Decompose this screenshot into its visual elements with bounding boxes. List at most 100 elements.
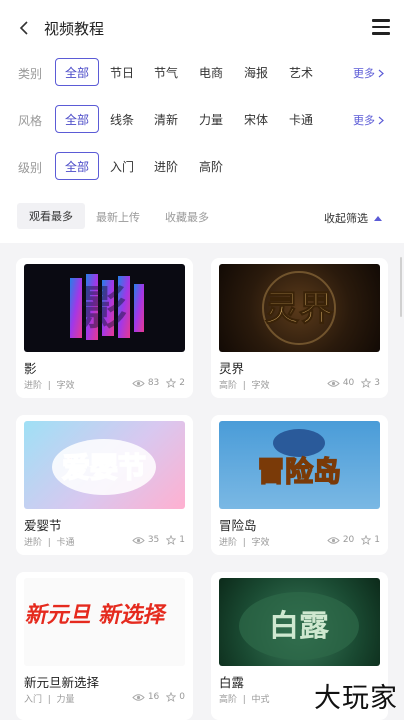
top-bar: 视频教程 — [0, 0, 404, 56]
tutorial-card[interactable]: 新元旦 新选择 新元旦新选择 入门 | 力量 16 0 — [16, 572, 193, 720]
card-stats: 16 0 — [132, 692, 185, 702]
star-count: 1 — [179, 535, 185, 545]
card-meta: 进阶 | 卡通 — [24, 538, 75, 548]
tutorial-card[interactable]: 爱婴节 爱婴节 进阶 | 卡通 35 1 — [16, 415, 193, 555]
menu-icon[interactable] — [372, 19, 390, 35]
filter-style-option[interactable]: 线条 — [110, 111, 134, 128]
card-meta: 进阶 | 字效 — [24, 381, 75, 391]
card-tag: 字效 — [56, 381, 75, 391]
filter-label-level: 级别 — [18, 161, 43, 175]
filter-style-option[interactable]: 力量 — [199, 111, 223, 128]
tutorial-card[interactable]: 影 影 进阶 | 字效 83 2 — [16, 258, 193, 398]
filter-style-option[interactable]: 清新 — [154, 111, 178, 128]
thumbnail-image: 新元旦 新选择 — [24, 578, 185, 666]
view-count: 83 — [147, 378, 160, 388]
card-stats: 40 3 — [327, 378, 380, 388]
card-title: 影 — [24, 361, 37, 376]
card-level: 高阶 — [219, 695, 238, 705]
star-count: 0 — [179, 692, 185, 702]
thumbnail-image: 灵界 — [219, 264, 380, 352]
thumbnail-text: 新元旦 新选择 — [24, 601, 170, 628]
tutorial-card[interactable]: 冒险岛 冒险岛 进阶 | 字效 20 1 — [211, 415, 388, 555]
card-tag: 力量 — [56, 695, 75, 705]
back-icon[interactable] — [14, 18, 34, 38]
sort-most-favorited[interactable]: 收藏最多 — [165, 209, 209, 225]
filter-category-option[interactable]: 节气 — [154, 64, 178, 81]
card-level: 进阶 — [24, 381, 43, 391]
view-count: 35 — [147, 535, 160, 545]
eye-icon — [327, 379, 340, 387]
filter-row-category: 类别 全部 节日 节气 电商 海报 艺术 更多 — [0, 55, 404, 89]
tutorial-card[interactable]: 灵界 灵界 高阶 | 字效 40 3 — [211, 258, 388, 398]
star-icon[interactable] — [166, 692, 177, 702]
sort-most-viewed[interactable]: 观看最多 — [17, 203, 85, 229]
card-title: 冒险岛 — [219, 518, 257, 533]
filter-category-option[interactable]: 艺术 — [289, 64, 313, 81]
sort-newest[interactable]: 最新上传 — [96, 209, 140, 225]
card-tag: 卡通 — [56, 538, 75, 548]
collapse-label: 收起筛选 — [324, 212, 368, 225]
card-stats: 83 2 — [132, 378, 185, 388]
more-label: 更多 — [353, 67, 375, 80]
star-count: 1 — [374, 535, 380, 545]
more-label: 更多 — [353, 114, 375, 127]
card-title: 新元旦新选择 — [24, 675, 100, 690]
watermark-text: 大玩家 — [314, 683, 398, 714]
card-level: 高阶 — [219, 381, 238, 391]
eye-icon — [132, 693, 145, 701]
star-count: 3 — [374, 378, 380, 388]
filter-label-category: 类别 — [18, 67, 43, 81]
thumbnail-image: 白露 — [219, 578, 380, 666]
page-title: 视频教程 — [44, 19, 105, 38]
filter-row-style: 风格 全部 线条 清新 力量 宋体 卡通 更多 — [0, 102, 404, 136]
thumbnail-text: 灵界 — [265, 289, 333, 329]
collapse-filter-button[interactable]: 收起筛选 — [324, 210, 382, 226]
view-count: 40 — [342, 378, 355, 388]
filter-style-option[interactable]: 宋体 — [244, 111, 268, 128]
star-icon[interactable] — [361, 535, 372, 545]
card-meta: 高阶 | 中式 — [219, 695, 270, 705]
chevron-right-icon — [378, 116, 384, 124]
card-stats: 35 1 — [132, 535, 185, 545]
view-count: 16 — [147, 692, 160, 702]
filter-category-option[interactable]: 节日 — [110, 64, 134, 81]
scrollbar[interactable] — [400, 257, 402, 317]
filter-style-all[interactable]: 全部 — [55, 105, 99, 133]
filter-style-option[interactable]: 卡通 — [289, 111, 313, 128]
card-tag: 中式 — [251, 695, 270, 705]
category-more-button[interactable]: 更多 — [353, 65, 384, 81]
star-count: 2 — [179, 378, 185, 388]
filter-label-style: 风格 — [18, 114, 43, 128]
card-title: 白露 — [219, 675, 245, 690]
filter-level-option[interactable]: 进阶 — [154, 158, 178, 175]
thumbnail-text: 白露 — [269, 609, 330, 644]
thumbnail-text: 爱婴节 — [62, 451, 146, 484]
star-icon[interactable] — [361, 378, 372, 388]
filter-category-all[interactable]: 全部 — [55, 58, 99, 86]
filter-category-option[interactable]: 海报 — [244, 64, 268, 81]
filter-level-all[interactable]: 全部 — [55, 152, 99, 180]
filter-level-option[interactable]: 高阶 — [199, 158, 223, 175]
card-level: 进阶 — [24, 538, 43, 548]
filter-category-option[interactable]: 电商 — [199, 64, 223, 81]
star-icon[interactable] — [166, 535, 177, 545]
card-level: 进阶 — [219, 538, 238, 548]
card-level: 入门 — [24, 695, 43, 705]
card-meta: 入门 | 力量 — [24, 695, 75, 705]
view-count: 20 — [342, 535, 355, 545]
card-meta: 进阶 | 字效 — [219, 538, 270, 548]
card-stats: 20 1 — [327, 535, 380, 545]
eye-icon — [132, 379, 145, 387]
star-icon[interactable] — [166, 378, 177, 388]
triangle-up-icon — [374, 216, 382, 221]
eye-icon — [132, 536, 145, 544]
filter-level-option[interactable]: 入门 — [110, 158, 134, 175]
card-title: 爱婴节 — [24, 518, 62, 533]
card-title: 灵界 — [219, 361, 245, 376]
sort-bar: 观看最多 最新上传 收藏最多 收起筛选 — [0, 203, 404, 231]
thumbnail-text: 影 — [81, 281, 127, 335]
filter-row-level: 级别 全部 入门 进阶 高阶 — [0, 149, 404, 183]
style-more-button[interactable]: 更多 — [353, 112, 384, 128]
card-tag: 字效 — [251, 538, 270, 548]
card-meta: 高阶 | 字效 — [219, 381, 270, 391]
